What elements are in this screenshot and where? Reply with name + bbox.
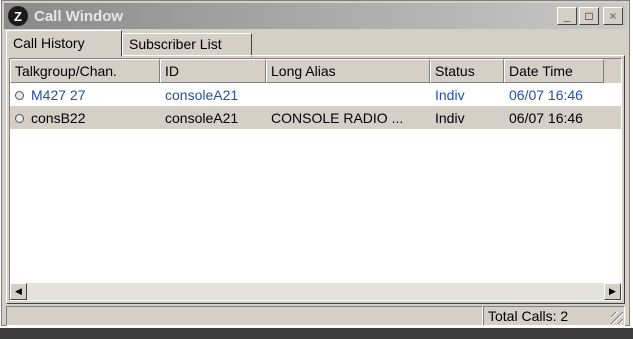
call-history-list[interactable]: Talkgroup/Chan. ID Long Alias Status Dat… <box>9 58 622 301</box>
status-cell: Indiv <box>435 86 465 103</box>
status-bar: Total Calls: 2 <box>6 306 625 326</box>
total-calls-label: Total Calls: 2 <box>488 308 569 324</box>
talkgroup-value: M427 27 <box>31 86 86 103</box>
horizontal-scrollbar[interactable]: ◀ ▶ <box>10 283 621 300</box>
table-header: Talkgroup/Chan. ID Long Alias Status Dat… <box>10 59 621 83</box>
minimize-button[interactable]: _ <box>557 7 577 25</box>
call-window: Z Call Window _ □ × Call History Subscri… <box>1 0 630 326</box>
status-pane-total-calls: Total Calls: 2 <box>483 306 625 326</box>
window-controls: _ □ × <box>557 7 623 25</box>
call-status-dot-icon <box>15 91 24 101</box>
column-header-id[interactable]: ID <box>160 59 266 83</box>
scroll-left-icon[interactable]: ◀ <box>10 283 27 300</box>
column-header-date-time[interactable]: Date Time <box>504 59 604 83</box>
scroll-right-icon[interactable]: ▶ <box>604 283 621 300</box>
close-button[interactable]: × <box>603 7 623 25</box>
talkgroup-value: consB22 <box>31 109 86 126</box>
column-header-long-alias[interactable]: Long Alias <box>266 59 430 83</box>
window-title: Call Window <box>34 7 124 25</box>
tab-panel: Talkgroup/Chan. ID Long Alias Status Dat… <box>6 55 625 304</box>
taskbar-strip <box>0 328 633 339</box>
resize-grip-icon[interactable] <box>611 312 623 324</box>
table-row[interactable]: consB22 consoleA21 CONSOLE RADIO ... Ind… <box>10 106 621 129</box>
datetime-cell: 06/07 16:46 <box>509 86 583 103</box>
call-status-dot-icon <box>15 114 24 124</box>
status-cell: Indiv <box>435 109 465 126</box>
tab-call-history[interactable]: Call History <box>6 30 122 57</box>
scroll-track[interactable] <box>27 283 604 300</box>
id-cell: consoleA21 <box>165 86 239 103</box>
alias-cell: CONSOLE RADIO ... <box>271 109 404 126</box>
status-pane-left <box>6 306 483 326</box>
title-bar[interactable]: Z Call Window _ □ × <box>4 3 627 29</box>
column-header-talkgroup[interactable]: Talkgroup/Chan. <box>10 59 160 83</box>
datetime-cell: 06/07 16:46 <box>509 109 583 126</box>
app-logo-icon[interactable]: Z <box>8 6 28 26</box>
table-row[interactable]: M427 27 consoleA21 Indiv 06/07 16:46 <box>10 83 621 106</box>
talkgroup-cell: consB22 <box>10 110 160 126</box>
tab-subscriber-list[interactable]: Subscriber List <box>122 33 252 57</box>
column-header-status[interactable]: Status <box>430 59 504 83</box>
maximize-button[interactable]: □ <box>579 7 599 25</box>
id-cell: consoleA21 <box>165 109 239 126</box>
talkgroup-cell: M427 27 <box>10 87 160 103</box>
